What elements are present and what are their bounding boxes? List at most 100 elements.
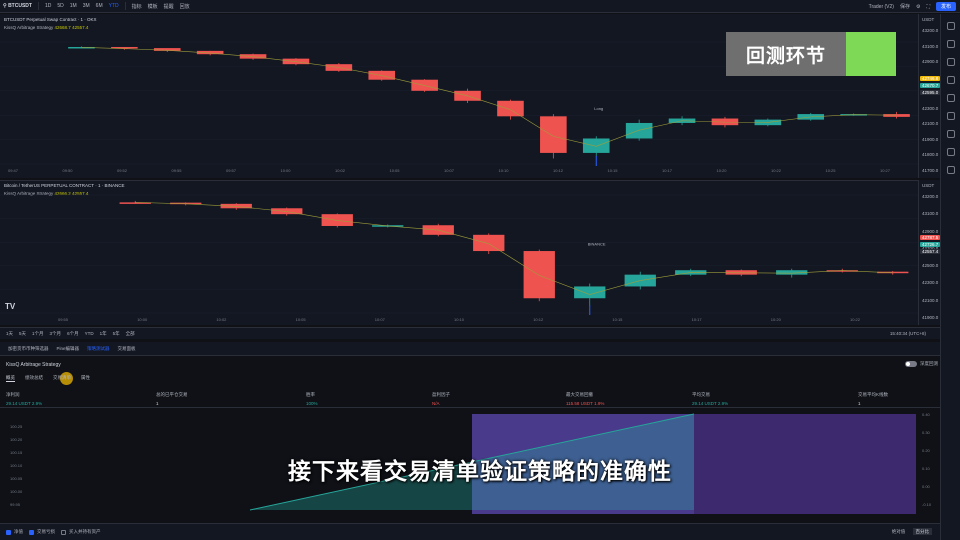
panel-tab[interactable]: 加密货币币种筛选器 [8,346,49,352]
layout-name[interactable]: Trader (V2) [869,4,894,10]
interval-3m[interactable]: 3M [83,3,90,9]
save-button[interactable]: 保存 [900,3,910,10]
price-tick-label: 42300.0 [922,105,939,111]
interval-ytd[interactable]: YTD [109,3,119,9]
templates-button[interactable]: 模板 [148,3,158,10]
panel-tab[interactable]: 策略测试器 [87,346,110,352]
metric: 交易平均K线数 1 [858,392,888,406]
price-tick-label: 42100.0 [922,297,939,303]
symbol-search[interactable]: ⚲ BTCUSDT [3,3,32,9]
divider [124,2,126,10]
range-7[interactable]: 5年 [113,331,120,337]
price-tick-label: 43200.0 [922,194,939,199]
interval-1d[interactable]: 1D [45,3,51,9]
metric-value: 1 [858,401,861,406]
price-tick-label: 42100.0 [922,121,939,127]
checkbox-icon[interactable] [6,529,11,535]
checkbox-icon[interactable] [29,529,34,535]
metric-value: 1 [156,401,159,406]
range-2[interactable]: 1个月 [32,331,44,337]
candle-body [497,100,524,117]
time-tick-label: 10:22 [850,317,861,322]
fullscreen-icon[interactable]: ⛶ [926,4,930,10]
clock[interactable]: 15:40:34 (UTC+8) [890,331,926,336]
metric: 净利润 29.14 USDT 2.9% [6,392,42,406]
range-5[interactable]: YTD [85,331,94,336]
range-1[interactable]: 5天 [19,331,26,337]
help-icon[interactable] [947,166,955,174]
price-tick-label: 41800.0 [922,152,939,158]
indicators-button[interactable]: 指标 [132,3,142,10]
replay-button[interactable]: 回放 [180,3,190,10]
deep-backtest-label: 深度回测 [920,361,938,366]
time-tick-label: 10:05 [389,168,400,173]
interval-6m[interactable]: 6M [96,3,103,9]
price-tick-label: 43200.0 [922,28,939,33]
price-tick-label: 42500.0 [922,263,939,269]
candle-body [523,251,555,299]
time-tick-label: 10:25 [825,168,836,173]
alerts-icon[interactable] [947,40,955,48]
ideas-icon[interactable] [947,112,955,120]
bottom-panel-tabs: 加密货币币种筛选器 Pine编辑器 策略测试器 交易面板 [0,342,960,356]
metric-value: 115.58 USDT 1.9% [566,401,605,406]
time-tick-label: 10:12 [553,168,564,173]
alerts-button[interactable]: 提醒 [164,3,174,10]
deep-backtest-toggle[interactable]: 深度回测 [905,361,938,367]
interval-1m[interactable]: 1M [70,3,77,9]
time-axis-binance: 09:55 10:00 10:02 10:05 10:07 10:10 10:12 10:15… [0,317,918,325]
divider [37,2,39,10]
settings-icon[interactable]: ⚙ [916,4,920,10]
time-tick-label: 10:15 [607,168,618,173]
price-tag: 42787.5 [920,235,941,241]
equity-y2-label: 0.30 [922,430,931,435]
price-tick-label: 42900.0 [922,228,939,234]
interval-5d[interactable]: 5D [57,3,63,9]
watchlist-icon[interactable] [947,22,955,30]
trade-label: BINANCE [588,242,606,247]
panel-tab[interactable]: Pine编辑器 [57,346,80,352]
range-8[interactable]: 全部 [126,331,135,337]
notification-icon[interactable] [947,148,955,156]
candle-body [321,214,353,226]
strategy-title[interactable]: KissQ Arbitrage Strategy [6,362,61,368]
absolute-button[interactable]: 绝对值 [892,529,906,534]
range-0[interactable]: 1天 [6,331,13,337]
series-checkbox[interactable]: 买入并持有资产 [61,529,101,535]
metric-label: 交易平均K线数 [858,392,889,397]
chat-icon[interactable] [947,130,955,138]
time-tick-label: 10:10 [454,317,465,322]
candle-body [883,114,910,117]
metric-label: 净利润 [6,392,20,397]
strategy-sub-tab[interactable]: 交易清单 [53,375,71,382]
toggle-switch[interactable] [905,361,917,367]
equity-y2-label: 0.40 [922,412,931,417]
range-4[interactable]: 6个月 [67,331,79,337]
checkbox-icon[interactable] [61,529,66,535]
range-3[interactable]: 3个月 [50,331,62,337]
price-tick-label: 41700.0 [922,168,939,173]
equity-y-label: 99.95 [10,502,21,507]
calendar-icon[interactable] [947,94,955,102]
percent-button[interactable]: 百分比 [912,528,932,535]
range-6[interactable]: 1年 [100,331,107,337]
panel-tab[interactable]: 交易面板 [118,346,136,352]
price-tick-label: 42300.0 [922,280,939,286]
publish-button[interactable]: 发布 [935,2,956,11]
data-window-icon[interactable] [947,58,955,66]
series-checkbox[interactable]: 交易亏损 [29,529,55,535]
series-checkbox[interactable]: 净值 [6,529,23,535]
strategy-sub-tab[interactable]: 绩效总结 [25,375,43,382]
date-range-bar: 15:40:34 (UTC+8) 1天 5天 1个月 3个月 6个月 YTD 1年 5年 全部 [0,327,960,339]
hotlist-icon[interactable] [947,76,955,84]
time-tick-label: 10:02 [216,317,227,322]
time-tick-label: 10:05 [295,317,306,322]
strategy-sub-tab[interactable]: 概览 [6,375,15,382]
checkbox-label: 买入并持有资产 [69,529,101,534]
tradingview-logo[interactable]: TV [5,302,15,311]
checkbox-label: 交易亏损 [37,529,55,534]
value-mode-switch: 绝对值 百分比 [886,528,932,535]
top-toolbar: ⚲ BTCUSDT 1D 5D 1M 3M 6M YTD 指标 模板 提醒 回放… [0,0,960,13]
chart-pane-binance[interactable]: Bitcoin / TetherUS PERPETUAL CONTRACT · … [0,180,918,325]
strategy-sub-tab[interactable]: 属性 [81,375,90,382]
